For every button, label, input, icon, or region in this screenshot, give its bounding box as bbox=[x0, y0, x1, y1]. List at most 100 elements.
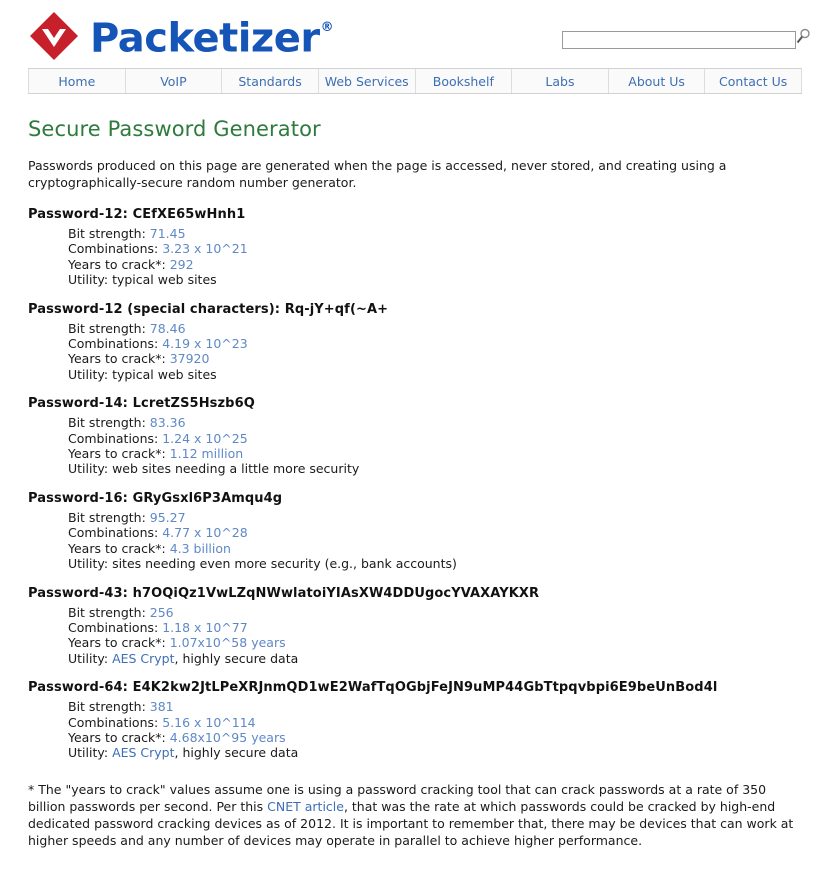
combinations-value: 4.19 x 10^23 bbox=[162, 336, 248, 352]
password-value: E4K2kw2JtLPeXRJnmQD1wE2WafTqOGbjFeJN9uMP… bbox=[132, 680, 718, 696]
password-details: Bit strength: 256 Combinations: 1.18 x 10… bbox=[68, 605, 802, 667]
combinations-value: 1.24 x 10^25 bbox=[162, 430, 248, 446]
password-heading: Password-14: LcretZS5Hszb6Q bbox=[28, 396, 802, 411]
utility-label: Utility: bbox=[68, 650, 109, 666]
bit-strength: Bit strength: 95.27 bbox=[68, 510, 802, 525]
password-block: Password-14: LcretZS5Hszb6Q Bit strength:… bbox=[28, 396, 802, 477]
brand-wordmark: Packetizer® bbox=[90, 12, 334, 62]
combinations: Combinations: 1.18 x 10^77 bbox=[68, 620, 802, 635]
bit-strength-value: 83.36 bbox=[149, 415, 186, 431]
bit-strength: Bit strength: 256 bbox=[68, 605, 802, 620]
password-details: Bit strength: 78.46 Combinations: 4.19 x … bbox=[68, 321, 802, 383]
password-value: CEfXE65wHnh1 bbox=[132, 207, 246, 222]
password-block: Password-16: GRyGsxl6P3Amqu4g Bit strengt… bbox=[28, 491, 802, 572]
footnote: * The "years to crack" values assume one… bbox=[28, 781, 802, 849]
utility-label: Utility: bbox=[68, 366, 109, 382]
utility: Utility: web sites needing a little more… bbox=[68, 461, 802, 476]
combinations-label: Combinations: bbox=[68, 241, 159, 257]
years-to-crack: Years to crack*: 1.12 million bbox=[68, 446, 802, 461]
combinations-value: 5.16 x 10^114 bbox=[162, 714, 256, 730]
site-logo[interactable]: Packetizer® bbox=[28, 10, 334, 62]
search-icon[interactable] bbox=[794, 28, 812, 48]
bit-strength-label: Bit strength: bbox=[68, 699, 146, 715]
intro-paragraph: Passwords produced on this page are gene… bbox=[28, 158, 727, 190]
password-details: Bit strength: 95.27 Combinations: 4.77 x … bbox=[68, 510, 802, 572]
combinations: Combinations: 4.19 x 10^23 bbox=[68, 336, 802, 351]
bit-strength-value: 95.27 bbox=[149, 509, 186, 525]
combinations-label: Combinations: bbox=[68, 430, 159, 446]
years-to-crack: Years to crack*: 37920 bbox=[68, 351, 802, 366]
nav-item-web-services[interactable]: Web Services bbox=[318, 69, 416, 93]
utility-suffix: , highly secure data bbox=[174, 650, 299, 666]
password-block: Password-43: h7OQiQz1VwLZqNWwlatoiYIAsXW… bbox=[28, 586, 802, 667]
nav-item-labs[interactable]: Labs bbox=[512, 69, 609, 93]
aes-crypt-link[interactable]: AES Crypt bbox=[112, 745, 174, 760]
utility-suffix: , highly secure data bbox=[174, 745, 299, 761]
aes-crypt-link[interactable]: AES Crypt bbox=[112, 651, 174, 666]
password-heading: Password-16: GRyGsxl6P3Amqu4g bbox=[28, 491, 802, 506]
main-navigation: Home VoIP Standards Web Services Bookshe… bbox=[28, 68, 802, 94]
bit-strength-label: Bit strength: bbox=[68, 226, 146, 241]
years-to-crack: Years to crack*: 4.3 billion bbox=[68, 541, 802, 556]
nav-item-about-us[interactable]: About Us bbox=[608, 69, 706, 93]
main-content: Secure Password Generator Passwords prod… bbox=[0, 117, 830, 849]
utility-label: Utility: bbox=[68, 745, 109, 761]
utility: Utility: AES Crypt, highly secure data bbox=[68, 745, 802, 760]
utility-value: web sites needing a little more security bbox=[112, 461, 360, 477]
utility-value: typical web sites bbox=[112, 366, 217, 382]
nav-item-standards[interactable]: Standards bbox=[222, 69, 319, 93]
nav-item-contact-us[interactable]: Contact Us bbox=[705, 69, 802, 93]
combinations-label: Combinations: bbox=[68, 714, 159, 730]
utility-label: Utility: bbox=[68, 461, 109, 477]
password-label: Password-12 (special characters): bbox=[28, 301, 281, 317]
password-heading: Password-12 (special characters): Rq-jY+… bbox=[28, 302, 802, 317]
combinations: Combinations: 3.23 x 10^21 bbox=[68, 241, 802, 256]
combinations: Combinations: 4.77 x 10^28 bbox=[68, 525, 802, 540]
password-label: Password-16: bbox=[28, 490, 128, 506]
bit-strength: Bit strength: 71.45 bbox=[68, 226, 802, 241]
search-box[interactable] bbox=[562, 28, 810, 49]
nav-item-voip[interactable]: VoIP bbox=[125, 69, 223, 93]
combinations-value: 1.18 x 10^77 bbox=[162, 619, 248, 635]
brand-name: Packetizer bbox=[90, 15, 320, 62]
bit-strength: Bit strength: 78.46 bbox=[68, 321, 802, 336]
password-label: Password-64: bbox=[28, 680, 128, 696]
password-label: Password-43: bbox=[28, 585, 128, 601]
combinations-label: Combinations: bbox=[68, 336, 159, 352]
password-details: Bit strength: 381 Combinations: 5.16 x 10… bbox=[68, 699, 802, 761]
utility-label: Utility: bbox=[68, 272, 109, 288]
utility-label: Utility: bbox=[68, 556, 109, 572]
combinations: Combinations: 1.24 x 10^25 bbox=[68, 431, 802, 446]
password-block: Password-12 (special characters): Rq-jY+… bbox=[28, 302, 802, 383]
search-input[interactable] bbox=[562, 30, 796, 49]
utility: Utility: AES Crypt, highly secure data bbox=[68, 651, 802, 666]
combinations-label: Combinations: bbox=[68, 525, 159, 541]
bit-strength-value: 78.46 bbox=[149, 320, 186, 336]
years-to-crack-value: 292 bbox=[169, 256, 194, 272]
years-to-crack-label: Years to crack*: bbox=[68, 540, 166, 556]
years-to-crack-label: Years to crack*: bbox=[68, 351, 166, 367]
utility: Utility: typical web sites bbox=[68, 272, 802, 287]
page-root: Packetizer® Home VoIP Standards Web Serv… bbox=[0, 0, 830, 893]
years-to-crack: Years to crack*: 1.07x10^58 years bbox=[68, 635, 802, 650]
years-to-crack: Years to crack*: 4.68x10^95 years bbox=[68, 730, 802, 745]
bit-strength-label: Bit strength: bbox=[68, 604, 146, 620]
password-value: GRyGsxl6P3Amqu4g bbox=[132, 490, 283, 506]
years-to-crack-label: Years to crack*: bbox=[68, 635, 166, 651]
years-to-crack-value: 1.12 million bbox=[169, 446, 244, 462]
combinations: Combinations: 5.16 x 10^114 bbox=[68, 715, 802, 730]
page-title: Secure Password Generator bbox=[28, 117, 321, 141]
cnet-article-link[interactable]: CNET article bbox=[267, 799, 344, 814]
years-to-crack-value: 1.07x10^58 years bbox=[169, 635, 286, 651]
bit-strength-value: 71.45 bbox=[149, 226, 186, 241]
nav-item-bookshelf[interactable]: Bookshelf bbox=[415, 69, 513, 93]
years-to-crack-value: 4.3 billion bbox=[169, 540, 231, 556]
red-diamond-logo-icon bbox=[30, 12, 78, 60]
years-to-crack-value: 4.68x10^95 years bbox=[169, 729, 286, 745]
nav-item-home[interactable]: Home bbox=[28, 69, 126, 93]
bit-strength-label: Bit strength: bbox=[68, 320, 146, 336]
password-value: h7OQiQz1VwLZqNWwlatoiYIAsXW4DDUgocYVAXAY… bbox=[132, 585, 540, 601]
password-value: LcretZS5Hszb6Q bbox=[132, 396, 255, 412]
years-to-crack-value: 37920 bbox=[169, 351, 210, 367]
years-to-crack: Years to crack*: 292 bbox=[68, 257, 802, 272]
